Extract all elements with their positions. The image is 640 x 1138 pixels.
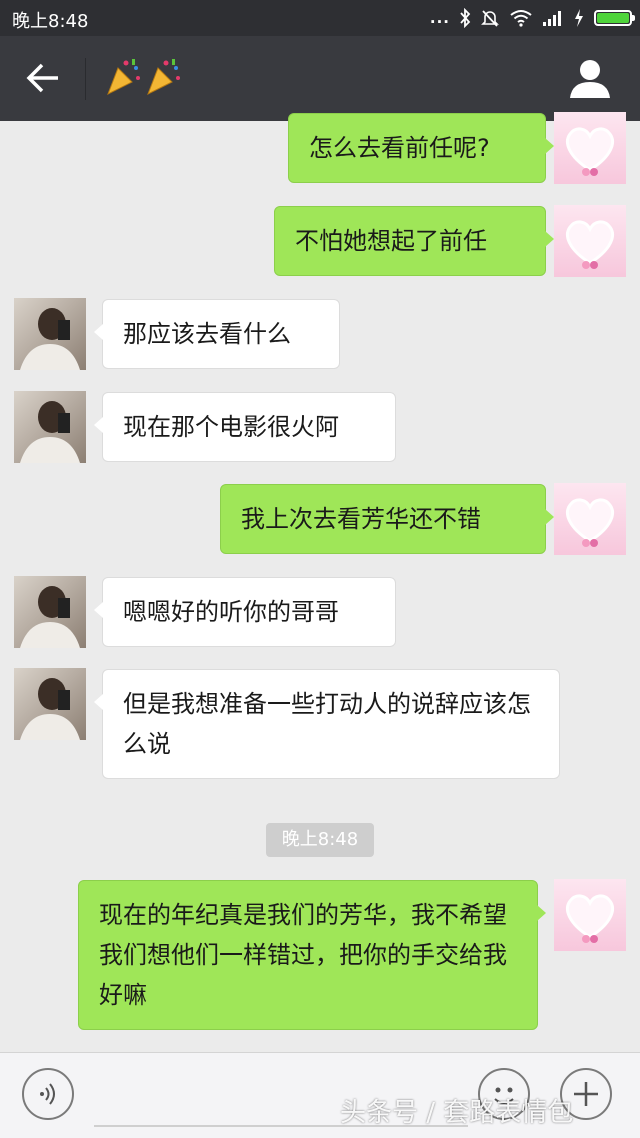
battery-fill <box>597 13 629 23</box>
message-bubble-received[interactable]: 现在那个电影很火阿 <box>94 392 396 462</box>
watermark: 头条号 / 套路表情包 <box>340 1098 574 1128</box>
contact-avatar[interactable] <box>14 668 86 740</box>
contact-avatar[interactable] <box>14 298 86 370</box>
chat-header <box>0 36 640 121</box>
message-bubble-received[interactable]: 那应该去看什么 <box>94 299 340 369</box>
mute-icon <box>481 10 499 27</box>
my-avatar[interactable] <box>554 205 626 277</box>
message-bubble-sent[interactable]: 现在的年纪真是我们的芳华，我不希望我们想他们一样错过，把你的手交给我好嘛 <box>78 880 546 1030</box>
message-text: 我上次去看芳华还不错 <box>241 505 481 533</box>
my-avatar[interactable] <box>554 112 626 184</box>
signal-icon <box>543 11 561 26</box>
header-divider <box>85 58 86 100</box>
chat-title <box>104 56 182 98</box>
heart-icon <box>566 220 614 269</box>
charging-icon <box>575 9 583 27</box>
chat-timestamp: 晚上8:48 <box>266 823 374 857</box>
message-text: 怎么去看前任呢? <box>309 134 490 162</box>
my-avatar[interactable] <box>554 879 626 951</box>
status-bar: 晚上8:48 ... <box>0 0 640 36</box>
wifi-icon <box>510 10 532 27</box>
message-bubble-sent[interactable]: 怎么去看前任呢? <box>288 113 554 183</box>
heart-icon <box>566 127 614 176</box>
heart-icon <box>566 498 614 547</box>
status-icons: ... <box>429 5 635 31</box>
voice-icon <box>40 1083 55 1105</box>
message-bubble-sent[interactable]: 我上次去看芳华还不错 <box>220 484 554 554</box>
my-avatar[interactable] <box>554 483 626 555</box>
message-bubble-sent[interactable]: 不怕她想起了前任 <box>274 206 554 276</box>
more-dots: ... <box>429 9 450 27</box>
message-text: 现在的年纪真是我们的芳华，我不希望我们想他们一样错过，把你的手交给我好嘛 <box>99 901 507 1009</box>
message-text: 但是我想准备一些打动人的说辞应该怎么说 <box>123 690 531 758</box>
party-popper-icon <box>107 59 140 96</box>
battery-icon <box>594 10 635 26</box>
contact-avatar[interactable] <box>14 391 86 463</box>
message-bubble-received[interactable]: 嗯嗯好的听你的哥哥 <box>94 577 396 647</box>
message-text: 那应该去看什么 <box>123 320 291 348</box>
heart-icon <box>566 894 614 943</box>
message-text: 不怕她想起了前任 <box>295 227 487 255</box>
message-text: 现在那个电影很火阿 <box>123 413 339 441</box>
party-popper-icon <box>147 59 180 96</box>
status-time: 晚上8:48 <box>12 11 89 32</box>
message-bubble-received[interactable]: 但是我想准备一些打动人的说辞应该怎么说 <box>94 669 560 779</box>
arrow-left-icon[interactable] <box>24 58 64 98</box>
person-icon[interactable] <box>568 56 612 100</box>
voice-button[interactable] <box>22 1068 74 1120</box>
contact-avatar[interactable] <box>14 576 86 648</box>
message-text: 嗯嗯好的听你的哥哥 <box>123 598 339 626</box>
bluetooth-icon <box>460 8 471 28</box>
